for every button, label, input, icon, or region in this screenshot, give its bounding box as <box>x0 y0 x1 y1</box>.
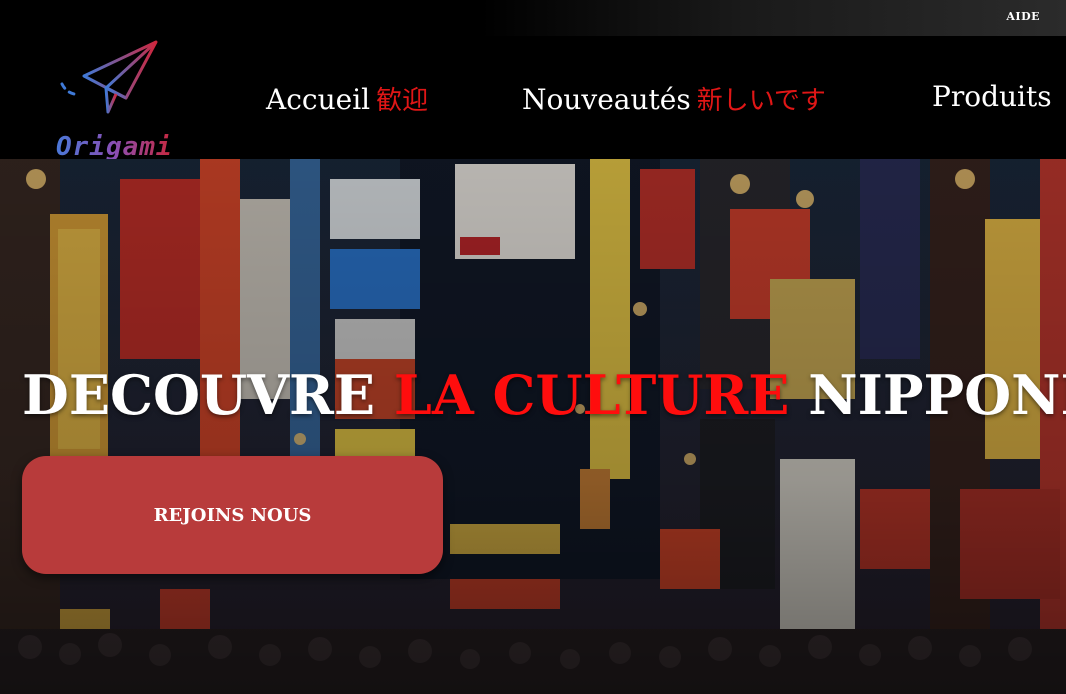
hero-title-part1: DECOUVRE <box>22 363 376 427</box>
nav-item-label: Accueil <box>266 83 371 116</box>
nav-item-nouveautes[interactable]: Nouveautés 新しいです <box>522 80 826 117</box>
site-header: Origami Accueil 歓迎 Nouveautés 新しいです Produi… <box>0 36 1066 162</box>
nav-item-label: Produits <box>932 80 1052 113</box>
nav-item-label: Nouveautés <box>522 83 691 116</box>
hero-title: DECOUVRE LA CULTURE NIPPONE <box>22 363 1066 427</box>
paper-plane-icon <box>60 40 158 114</box>
nav-item-accueil[interactable]: Accueil 歓迎 <box>266 80 428 117</box>
hero-title-part2: NIPPONE <box>808 363 1066 427</box>
nav-item-produits[interactable]: Produits <box>932 80 1052 113</box>
join-us-button[interactable]: REJOINS NOUS <box>22 456 443 574</box>
nav-item-japanese: 新しいです <box>696 86 826 116</box>
nav-item-japanese: 歓迎 <box>376 86 429 116</box>
top-utility-bar: AIDE <box>0 0 1066 36</box>
hero-title-accent: LA CULTURE <box>393 363 790 427</box>
hero-section: DECOUVRE LA CULTURE NIPPONE REJOINS NOUS <box>0 159 1066 694</box>
help-link[interactable]: AIDE <box>1006 10 1040 23</box>
logo-wordmark: Origami <box>56 132 173 162</box>
page: AIDE Origami Accueil 歓迎 Nouveautés 新しいです… <box>0 0 1066 694</box>
